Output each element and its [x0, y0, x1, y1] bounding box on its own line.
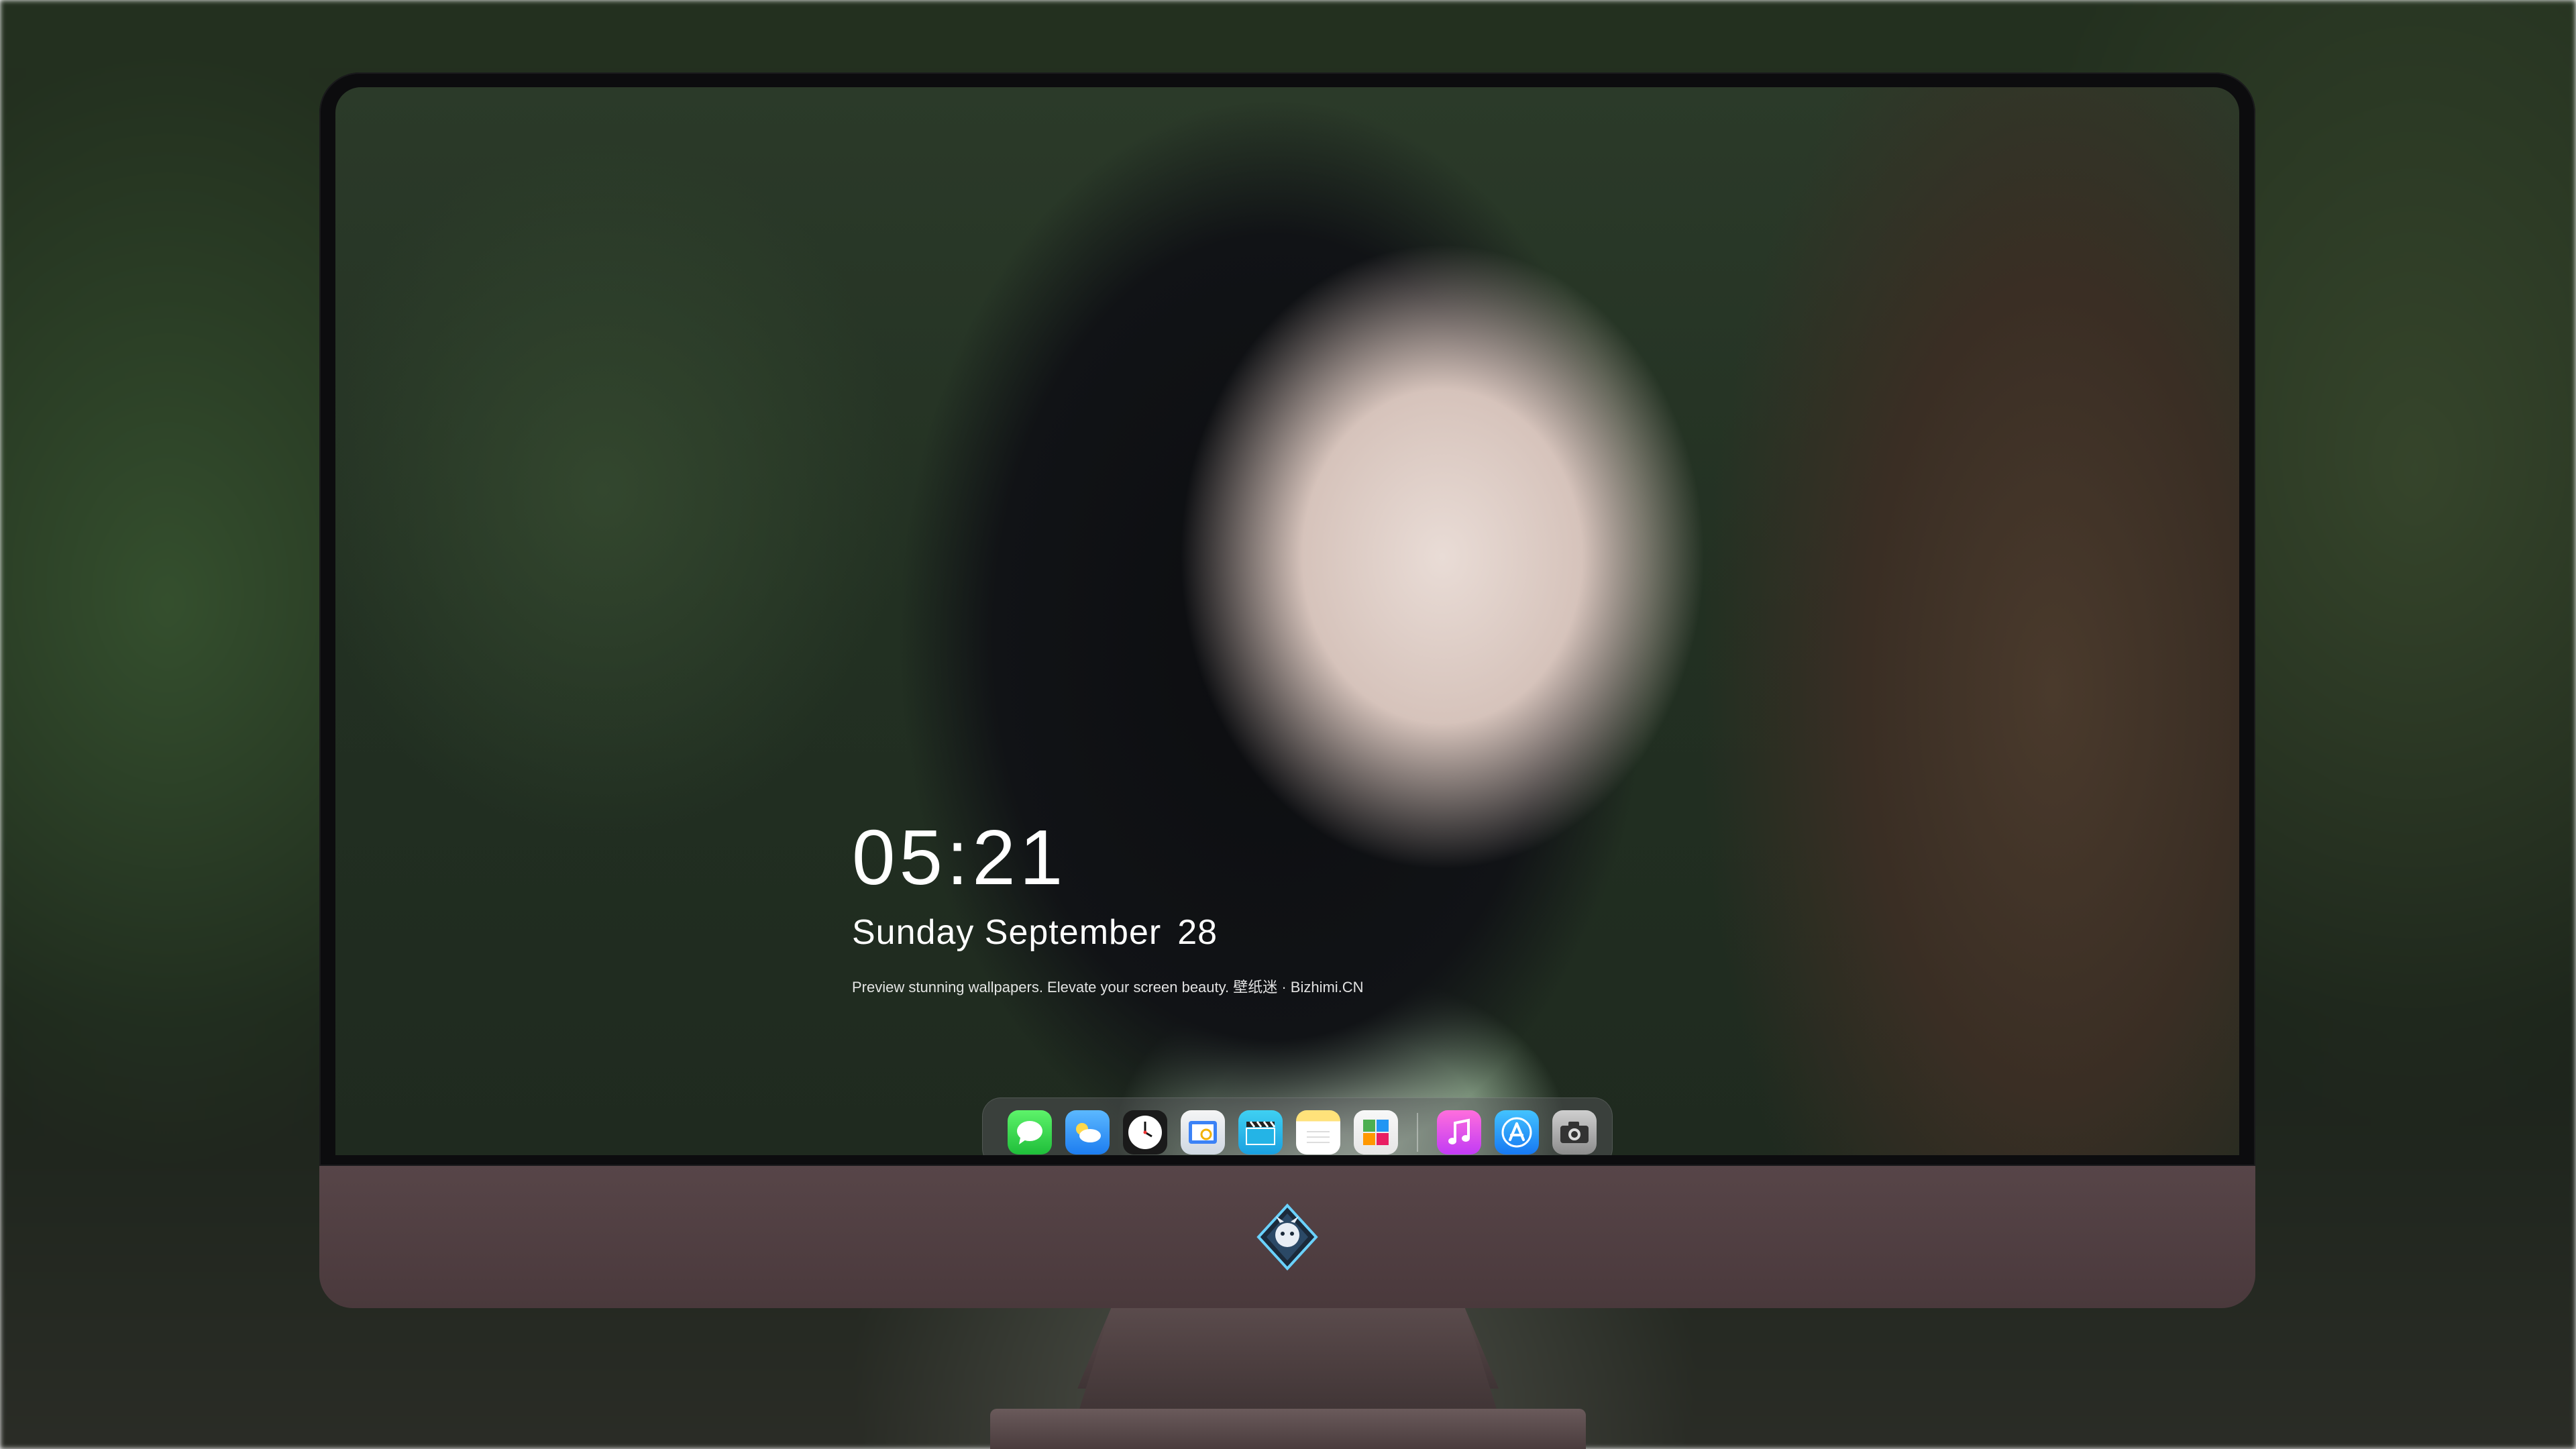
camera-icon[interactable]: [1552, 1110, 1597, 1155]
monitor-stand-neck: [1077, 1308, 1499, 1415]
clock-icon[interactable]: [1123, 1110, 1167, 1155]
brand-logo-icon: [1253, 1203, 1322, 1271]
dock-separator: [1417, 1113, 1418, 1152]
notes-icon[interactable]: [1296, 1110, 1340, 1155]
clock-time: 05:21: [852, 814, 1067, 901]
messages-icon[interactable]: [1008, 1110, 1052, 1155]
music-icon[interactable]: [1437, 1110, 1481, 1155]
photos-icon[interactable]: [1354, 1110, 1398, 1155]
monitor-stand-base: [990, 1409, 1586, 1449]
lock-screen[interactable]: 05:21 Sunday September 28 Preview stunnin…: [335, 87, 2239, 1155]
date-day: 28: [1177, 913, 1218, 952]
app-store-icon[interactable]: [1495, 1110, 1539, 1155]
wallpaper-caption: Preview stunning wallpapers. Elevate you…: [852, 979, 1364, 996]
clock-widget: 05:21 Sunday September 28 Preview stunnin…: [852, 818, 1364, 997]
clapperboard-icon[interactable]: [1238, 1110, 1283, 1155]
preview-icon[interactable]: [1181, 1110, 1225, 1155]
dock: [982, 1097, 1613, 1155]
weather-icon[interactable]: [1065, 1110, 1110, 1155]
monitor: 05:21 Sunday September 28 Preview stunnin…: [319, 72, 2255, 1389]
date-weekday-month: Sunday September: [852, 913, 1162, 952]
clock-date: Sunday September 28: [852, 912, 1364, 953]
